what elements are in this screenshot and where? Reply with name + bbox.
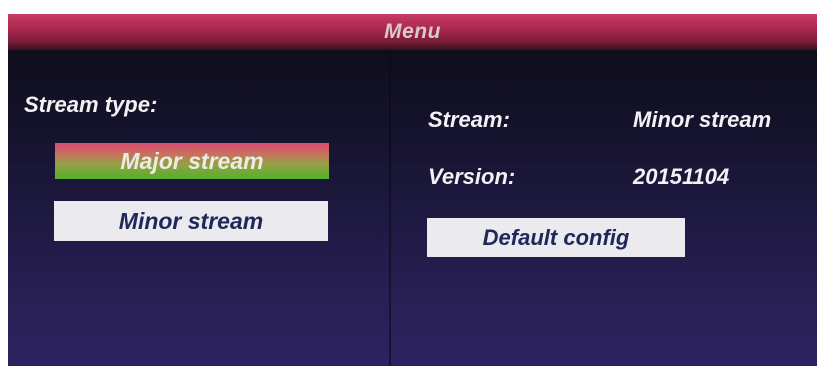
menu-panel: Menu Stream type: Major stream Minor str… [8,14,817,366]
stream-type-label: Stream type: [24,92,158,117]
version-label: Version: [428,164,516,189]
menu-title: Menu [384,20,441,43]
stream-value: Minor stream [633,107,772,132]
column-divider [389,50,391,366]
minor-stream-button[interactable]: Minor stream [54,201,328,241]
menu-title-bar: Menu [8,14,817,50]
screen: Menu Stream type: Major stream Minor str… [0,0,817,379]
version-value: 20151104 [633,164,730,189]
major-stream-button[interactable]: Major stream [55,143,329,179]
stream-label: Stream: [428,107,510,132]
default-config-button[interactable]: Default config [427,218,685,257]
